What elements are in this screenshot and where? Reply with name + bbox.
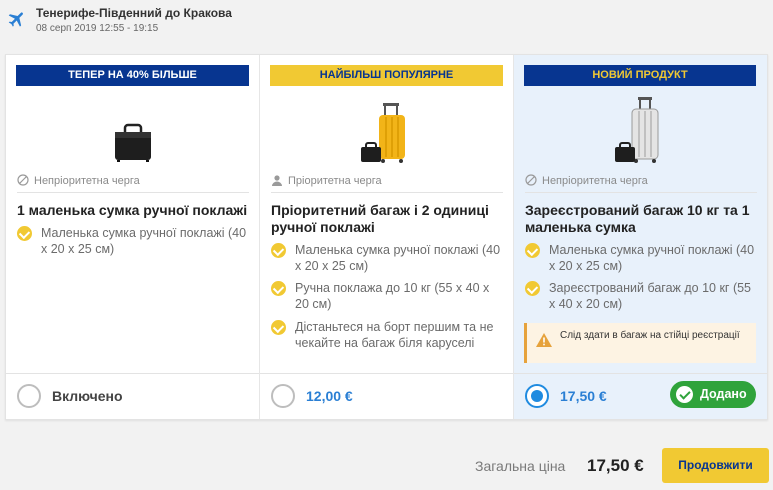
feature-text: Маленька сумка ручної поклажі (40 x 20 x…: [41, 226, 247, 256]
priority-bags-image: [260, 95, 513, 170]
boarding-queue: Непріоритетна черга: [17, 173, 249, 193]
flight-route: Тенерифе-Південний до Кракова: [36, 6, 232, 20]
continue-button[interactable]: Продовжити: [662, 448, 769, 483]
feature-text: Зареєстрований багаж до 10 кг (55 x 40 x…: [549, 281, 752, 311]
feature-item: Маленька сумка ручної поклажі (40 x 20 x…: [17, 225, 249, 257]
select-radio[interactable]: [525, 384, 549, 408]
feature-item: Дістаньтеся на борт першим та не чекайте…: [271, 319, 503, 351]
boarding-queue: Пріоритетна черга: [271, 173, 503, 193]
baggage-options-panel: ТЕПЕР НА 40% БІЛЬШЕ Непріоритетна черга …: [5, 54, 768, 420]
promo-banner: НОВИЙ ПРОДУКТ: [524, 65, 756, 86]
option-price: 12,00 €: [306, 388, 353, 404]
check-icon: [271, 320, 286, 335]
feature-item: Маленька сумка ручної поклажі (40 x 20 x…: [525, 242, 757, 274]
option-title: 1 маленька сумка ручної поклажі: [17, 202, 248, 218]
option-price: Включено: [52, 388, 123, 404]
plane-icon: [8, 12, 23, 27]
option-title: Зареєстрований багаж 10 кг та 1 маленька…: [525, 202, 750, 235]
select-radio[interactable]: [17, 384, 41, 408]
warning-icon: [536, 333, 552, 347]
bag-option-priority[interactable]: НАЙБІЛЬШ ПОПУЛЯРНЕ Пріоритетна черга Прі…: [260, 55, 514, 419]
flight-date: 08 серп 2019 12:55 - 19:15: [36, 23, 159, 34]
check-icon: [525, 281, 540, 296]
added-label: Додано: [700, 387, 747, 401]
option-title: Пріоритетний багаж і 2 одиниці ручної по…: [271, 202, 489, 235]
feature-item: Ручна поклажа до 10 кг (55 x 40 x 20 см): [271, 280, 503, 312]
feature-text: Маленька сумка ручної поклажі (40 x 20 x…: [295, 243, 501, 273]
check-icon: [525, 243, 540, 258]
boarding-queue: Непріоритетна черга: [525, 173, 757, 193]
feature-text: Дістаньтеся на борт першим та не чекайте…: [295, 320, 494, 350]
feature-item: Зареєстрований багаж до 10 кг (55 x 40 x…: [525, 280, 757, 312]
check-icon: [676, 386, 693, 403]
check-in-warning: Слід здати в багаж на стійці реєстрації: [524, 323, 756, 363]
queue-label: Непріоритетна черга: [34, 175, 140, 187]
added-badge[interactable]: Додано: [670, 381, 756, 408]
flight-header: Тенерифе-Південний до Кракова 08 серп 20…: [0, 0, 773, 50]
person-icon: [272, 175, 282, 186]
check-icon: [17, 226, 32, 241]
queue-label: Непріоритетна черга: [542, 175, 648, 187]
bag-option-checked[interactable]: НОВИЙ ПРОДУКТ Непріоритетна черга Зареєс…: [514, 55, 767, 419]
no-priority-icon: [17, 174, 29, 186]
no-priority-icon: [525, 174, 537, 186]
select-radio[interactable]: [271, 384, 295, 408]
warning-text: Слід здати в багаж на стійці реєстрації: [560, 330, 740, 341]
footer-bar: Загальна ціна 17,50 € Продовжити: [0, 440, 773, 490]
feature-text: Маленька сумка ручної поклажі (40 x 20 x…: [549, 243, 755, 273]
divider: [260, 373, 513, 374]
total-price-value: 17,50 €: [587, 456, 644, 475]
total-price-label: Загальна ціна: [475, 458, 566, 474]
divider: [6, 373, 259, 374]
check-icon: [271, 243, 286, 258]
promo-banner: НАЙБІЛЬШ ПОПУЛЯРНЕ: [270, 65, 503, 86]
divider: [514, 373, 767, 374]
promo-banner: ТЕПЕР НА 40% БІЛЬШЕ: [16, 65, 249, 86]
small-bag-image: [6, 95, 259, 170]
check-icon: [271, 281, 286, 296]
bag-option-small[interactable]: ТЕПЕР НА 40% БІЛЬШЕ Непріоритетна черга …: [6, 55, 260, 419]
checked-bags-image: [514, 95, 767, 170]
queue-label: Пріоритетна черга: [288, 175, 382, 187]
feature-item: Маленька сумка ручної поклажі (40 x 20 x…: [271, 242, 503, 274]
option-price: 17,50 €: [560, 388, 607, 404]
feature-text: Ручна поклажа до 10 кг (55 x 40 x 20 см): [295, 281, 490, 311]
